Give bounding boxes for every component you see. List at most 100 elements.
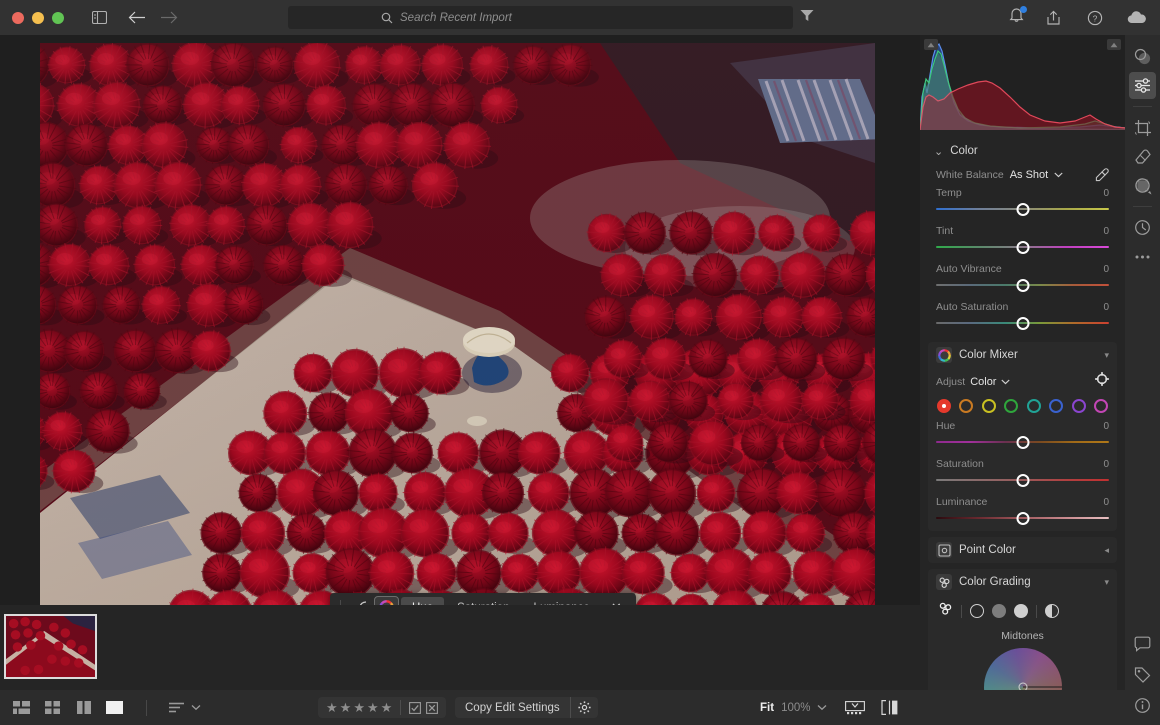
help-question-icon[interactable]: ? [1082,5,1108,31]
swatch-orange[interactable] [959,399,974,413]
zoom-fit-button[interactable]: Fit [760,702,774,714]
keywords-tag-icon[interactable] [1129,661,1156,688]
auto-saturation-label: Auto Saturation [936,301,1009,313]
mixer-luminance-slider[interactable]: Luminance 0 [928,493,1117,531]
star-3[interactable]: ★ [353,701,365,714]
grid-view-button[interactable] [43,700,62,715]
filter-funnel-icon[interactable] [800,9,814,27]
share-export-icon[interactable] [1040,5,1066,31]
rgb-histogram[interactable] [920,35,1125,130]
presets-icon[interactable] [1129,43,1156,70]
temp-value: 0 [1103,187,1109,199]
forward-arrow-icon[interactable] [156,5,182,31]
tint-knob[interactable] [1016,241,1029,254]
mixer-luminance-knob[interactable] [1016,512,1029,525]
rail-divider [1133,206,1152,207]
healing-brush-icon[interactable] [1129,143,1156,170]
search-bar[interactable] [288,6,793,29]
temp-knob[interactable] [1016,203,1029,216]
star-5[interactable]: ★ [381,701,393,714]
edit-sliders-icon[interactable] [1129,72,1156,99]
target-adjust-icon[interactable] [1094,371,1110,391]
filmstrip-toggle-icon[interactable] [845,700,865,715]
midtones-color-wheel[interactable] [983,648,1062,690]
swatch-yellow[interactable] [981,399,996,413]
white-balance-row: White Balance As Shot [928,164,1117,184]
color-mixer-header[interactable]: Color Mixer ▾ [928,342,1117,368]
auto-vibrance-slider[interactable]: Auto Vibrance 0 [928,260,1117,298]
mixer-hue-slider[interactable]: Hue 0 [928,417,1117,455]
point-color-panel[interactable]: Point Color ◂ [928,537,1117,563]
point-color-title: Point Color [959,544,1016,556]
color-panel-header[interactable]: ⌄ Color [928,138,1117,164]
sidebar-toggle-icon[interactable] [86,5,112,31]
tint-label: Tint [936,225,954,237]
swatch-purple[interactable] [1071,399,1086,413]
cloud-sync-icon[interactable] [1124,5,1150,31]
chevron-down-icon[interactable]: ▾ [1104,577,1109,588]
grid-compact-view-button[interactable] [12,700,31,715]
mixer-hue-knob[interactable] [1016,436,1029,449]
highlights-wheel-button[interactable] [1014,604,1028,618]
swatch-blue[interactable] [1049,399,1064,413]
midtones-wheel-button[interactable] [992,604,1006,618]
auto-vibrance-knob[interactable] [1016,279,1029,292]
tint-slider[interactable]: Tint 0 [928,222,1117,260]
navigation-arrows [124,5,182,31]
close-window-button[interactable] [12,11,24,24]
auto-saturation-slider[interactable]: Auto Saturation 0 [928,298,1117,336]
star-rating[interactable]: ★ ★ ★ ★ ★ [318,701,400,714]
three-way-grading-button[interactable] [938,601,953,621]
main-photo[interactable] [40,43,875,633]
temp-slider[interactable]: Temp 0 [928,184,1117,222]
notification-bell-icon[interactable] [1009,6,1027,28]
masking-icon[interactable] [1129,172,1156,199]
more-options-icon[interactable] [1129,243,1156,270]
chevron-down-icon[interactable] [1054,172,1063,178]
white-balance-value[interactable]: As Shot [1010,169,1049,181]
compare-view-button[interactable] [74,700,93,715]
mixer-saturation-slider[interactable]: Saturation 0 [928,455,1117,493]
comments-icon[interactable] [1129,630,1156,657]
before-after-icon[interactable] [881,700,898,715]
star-4[interactable]: ★ [367,701,379,714]
copy-edit-settings-group: Copy Edit Settings [455,697,598,718]
back-arrow-icon[interactable] [124,5,150,31]
minimize-window-button[interactable] [32,11,44,24]
adjust-value[interactable]: Color [970,376,996,388]
shadows-wheel-button[interactable] [970,604,984,618]
toolbar-divider [961,604,962,618]
info-icon[interactable] [1129,692,1156,719]
maximize-window-button[interactable] [52,11,64,24]
point-color-header[interactable]: Point Color ◂ [928,537,1117,563]
chevron-down-icon[interactable] [817,704,827,711]
shadow-clipping-icon[interactable] [924,39,938,50]
gear-icon[interactable] [569,697,598,718]
crop-icon[interactable] [1129,114,1156,141]
flag-pick-icon[interactable] [409,701,422,714]
star-1[interactable]: ★ [326,701,338,714]
wheel-handle[interactable] [1018,682,1027,690]
copy-edit-settings-button[interactable]: Copy Edit Settings [455,702,570,714]
chevron-down-icon[interactable]: ▾ [1104,350,1109,361]
single-photo-view-button[interactable] [105,700,124,715]
swatch-magenta[interactable] [1093,399,1108,413]
mixer-saturation-knob[interactable] [1016,474,1029,487]
highlight-clipping-icon[interactable] [1107,39,1121,50]
auto-saturation-knob[interactable] [1016,317,1029,330]
swatch-green[interactable] [1004,399,1019,413]
chevron-down-icon[interactable] [1001,379,1011,385]
flag-reject-icon[interactable] [426,701,439,714]
search-input[interactable] [400,11,700,24]
star-2[interactable]: ★ [340,701,352,714]
history-icon[interactable] [1129,214,1156,241]
color-grading-header[interactable]: Color Grading ▾ [928,569,1117,595]
swatch-aqua[interactable] [1026,399,1041,413]
eyedropper-icon[interactable] [1095,168,1109,182]
swatch-red[interactable] [937,399,951,413]
filmstrip-thumbnail[interactable] [4,614,97,679]
sort-button[interactable] [169,702,201,713]
zoom-percent-label[interactable]: 100% [781,702,810,714]
chevron-left-icon[interactable]: ◂ [1104,545,1109,556]
global-wheel-button[interactable] [1045,604,1059,618]
